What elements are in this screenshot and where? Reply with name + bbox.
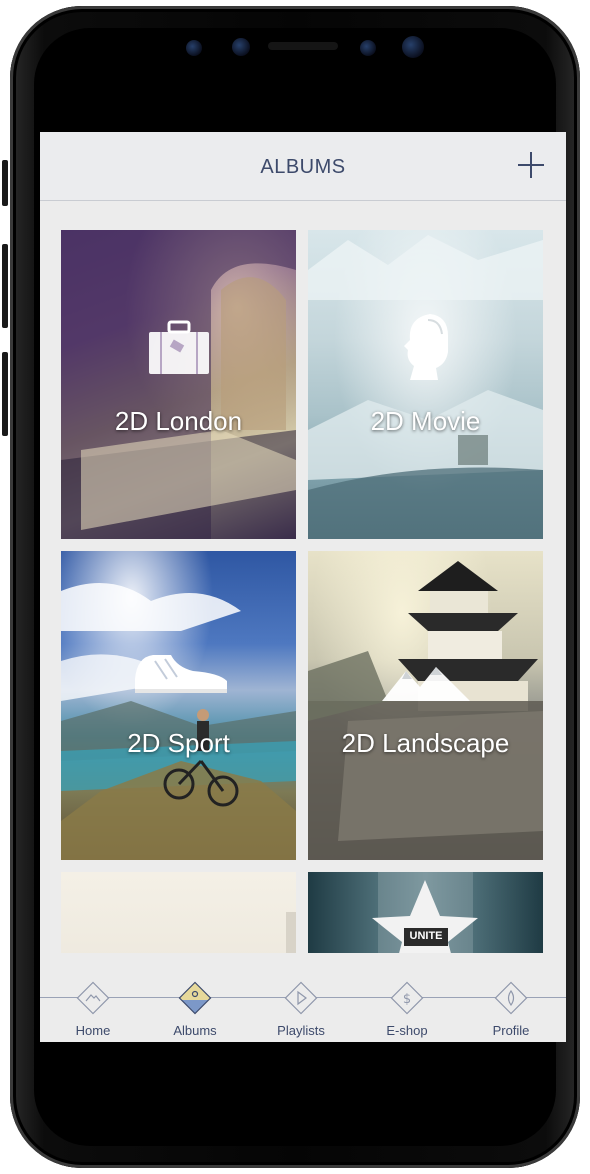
tab-label: Playlists bbox=[277, 1023, 325, 1038]
album-tile-movie[interactable]: 2D Movie bbox=[308, 230, 543, 539]
album-title: 2D Movie bbox=[370, 406, 481, 436]
speaker-grille bbox=[268, 42, 338, 50]
album-title: 2D Sport bbox=[127, 728, 230, 758]
sneaker-icon bbox=[135, 655, 227, 693]
tab-label: Albums bbox=[173, 1023, 217, 1038]
tab-profile[interactable]: Profile bbox=[466, 971, 556, 1041]
poster-text: UNITE bbox=[409, 930, 443, 942]
add-album-button[interactable] bbox=[514, 148, 548, 182]
tab-albums[interactable]: Albums bbox=[150, 971, 240, 1041]
drop-icon bbox=[494, 981, 528, 1015]
mountain-icon bbox=[76, 981, 110, 1015]
mountain-lake-illustration bbox=[61, 583, 296, 860]
app-screen: ALBUMS 2D London 2D Movie 2D Sport 2D La… bbox=[40, 132, 566, 1042]
archway-illustration bbox=[61, 230, 296, 539]
edge-shadow bbox=[286, 912, 296, 953]
volume-up-button bbox=[2, 244, 8, 328]
mute-switch bbox=[2, 160, 8, 206]
camera-dot bbox=[232, 38, 250, 56]
dollar-icon: $ bbox=[390, 981, 424, 1015]
tab-label: Profile bbox=[492, 1023, 530, 1038]
plus-icon bbox=[518, 152, 544, 178]
tab-home[interactable]: Home bbox=[48, 971, 138, 1041]
album-tile-unite[interactable]: UNITE bbox=[308, 872, 543, 953]
tab-playlists[interactable]: Playlists bbox=[256, 971, 346, 1041]
page-title: ALBUMS bbox=[260, 156, 346, 178]
castle-illustration bbox=[308, 561, 543, 860]
album-title: 2D Landscape bbox=[341, 728, 510, 758]
tab-eshop[interactable]: $ E-shop bbox=[362, 971, 452, 1041]
head-silhouette-icon bbox=[404, 314, 448, 380]
svg-text:$: $ bbox=[403, 992, 411, 1007]
mountains-icon bbox=[382, 667, 470, 701]
album-tile-blank[interactable] bbox=[61, 872, 296, 953]
suitcase-icon bbox=[149, 320, 209, 374]
glacier-illustration bbox=[308, 235, 543, 539]
album-tile-london[interactable]: 2D London bbox=[61, 230, 296, 539]
tab-bar: Home Albums Playlists $ E-shop Profile bbox=[40, 953, 566, 1042]
top-bar: ALBUMS bbox=[40, 132, 566, 201]
sensor-dot bbox=[186, 40, 202, 56]
landscape-icon bbox=[178, 981, 212, 1015]
album-grid: 2D London 2D Movie 2D Sport 2D Landscape… bbox=[40, 201, 566, 953]
tab-label: Home bbox=[75, 1023, 111, 1038]
play-icon bbox=[284, 981, 318, 1015]
tab-label: E-shop bbox=[386, 1023, 428, 1038]
album-title: 2D London bbox=[114, 406, 243, 436]
front-camera-dot bbox=[402, 36, 424, 58]
album-tile-sport[interactable]: 2D Sport bbox=[61, 551, 296, 860]
album-tile-landscape[interactable]: 2D Landscape bbox=[308, 551, 543, 860]
volume-down-button bbox=[2, 352, 8, 436]
sensor-dot bbox=[360, 40, 376, 56]
